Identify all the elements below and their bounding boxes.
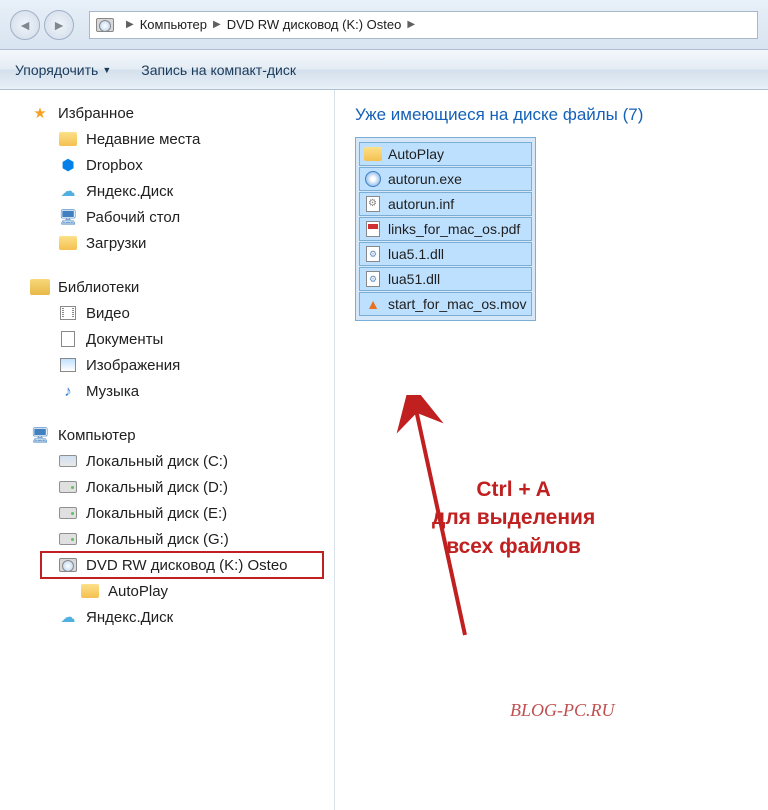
folder-icon: [80, 581, 100, 601]
recent-icon: [58, 129, 78, 149]
sidebar-item-desktop[interactable]: 🖥Рабочий стол: [0, 204, 334, 230]
music-icon: ♪: [58, 381, 78, 401]
nav-forward-button[interactable]: ►: [44, 10, 74, 40]
address-bar: ◄ ► ▶ Компьютер ▶ DVD RW дисковод (K:) O…: [0, 0, 768, 50]
annotation-text: Ctrl + A для выделения всех файлов: [432, 476, 595, 561]
sidebar-item-downloads[interactable]: Загрузки: [0, 230, 334, 256]
sidebar-item-dvd-drive[interactable]: DVD RW дисковод (K:) Osteo: [0, 552, 334, 578]
breadcrumb-item[interactable]: DVD RW дисковод (K:) Osteo: [227, 17, 402, 32]
sidebar-item-autoplay[interactable]: AutoPlay: [0, 578, 334, 604]
sidebar-item-drive-g[interactable]: Локальный диск (G:): [0, 526, 334, 552]
group-header: Уже имеющиеся на диске файлы (7): [355, 105, 748, 125]
file-item[interactable]: autorun.exe: [359, 167, 532, 191]
file-item[interactable]: AutoPlay: [359, 142, 532, 166]
burn-disc-button[interactable]: Запись на компакт-диск: [141, 62, 296, 78]
dll-icon: [364, 270, 382, 288]
breadcrumb-item[interactable]: Компьютер: [140, 17, 207, 32]
yandex-icon: ☁: [58, 181, 78, 201]
computer-header[interactable]: 🖥 Компьютер: [0, 422, 334, 448]
sidebar-item-pictures[interactable]: Изображения: [0, 352, 334, 378]
drive-icon: [58, 477, 78, 497]
file-item[interactable]: lua51.dll: [359, 267, 532, 291]
document-icon: [58, 329, 78, 349]
file-item[interactable]: links_for_mac_os.pdf: [359, 217, 532, 241]
dvd-icon: [58, 555, 78, 575]
libraries-icon: [30, 277, 50, 297]
desktop-icon: 🖥: [58, 207, 78, 227]
nav-back-button[interactable]: ◄: [10, 10, 40, 40]
sidebar-item-video[interactable]: Видео: [0, 300, 334, 326]
breadcrumb[interactable]: ▶ Компьютер ▶ DVD RW дисковод (K:) Osteo…: [89, 11, 758, 39]
downloads-icon: [58, 233, 78, 253]
chevron-right-icon: ▶: [126, 19, 134, 30]
yandex-icon: ☁: [58, 607, 78, 627]
inf-icon: [364, 195, 382, 213]
file-item[interactable]: autorun.inf: [359, 192, 532, 216]
video-icon: [58, 303, 78, 323]
drive-icon: [58, 529, 78, 549]
organize-button[interactable]: Упорядочить ▼: [15, 62, 111, 78]
dropbox-icon: ⬢: [58, 155, 78, 175]
chevron-right-icon: ▶: [407, 19, 415, 30]
sidebar-item-drive-e[interactable]: Локальный диск (E:): [0, 500, 334, 526]
drive-icon: [58, 503, 78, 523]
sidebar-item-yandex-disk[interactable]: ☁Яндекс.Диск: [0, 604, 334, 630]
drive-icon: [96, 16, 114, 34]
watermark: BLOG-PC.RU: [510, 700, 615, 721]
favorites-header[interactable]: ★ Избранное: [0, 100, 334, 126]
sidebar-item-yandex[interactable]: ☁Яндекс.Диск: [0, 178, 334, 204]
file-item[interactable]: lua5.1.dll: [359, 242, 532, 266]
chevron-right-icon: ▶: [213, 19, 221, 30]
pictures-icon: [58, 355, 78, 375]
star-icon: ★: [30, 103, 50, 123]
sidebar-item-drive-c[interactable]: Локальный диск (C:): [0, 448, 334, 474]
dll-icon: [364, 245, 382, 263]
toolbar: Упорядочить ▼ Запись на компакт-диск: [0, 50, 768, 90]
computer-icon: 🖥: [30, 425, 50, 445]
pdf-icon: [364, 220, 382, 238]
exe-icon: [364, 170, 382, 188]
selection-box: AutoPlay autorun.exe autorun.inf links_f…: [355, 137, 536, 321]
chevron-down-icon: ▼: [102, 65, 111, 75]
libraries-header[interactable]: Библиотеки: [0, 274, 334, 300]
sidebar-item-dropbox[interactable]: ⬢Dropbox: [0, 152, 334, 178]
video-icon: ▲: [364, 295, 382, 313]
sidebar-item-documents[interactable]: Документы: [0, 326, 334, 352]
navigation-pane: ★ Избранное Недавние места ⬢Dropbox ☁Янд…: [0, 90, 335, 810]
folder-icon: [364, 145, 382, 163]
sidebar-item-drive-d[interactable]: Локальный диск (D:): [0, 474, 334, 500]
sidebar-item-recent[interactable]: Недавние места: [0, 126, 334, 152]
sidebar-item-music[interactable]: ♪Музыка: [0, 378, 334, 404]
drive-icon: [58, 451, 78, 471]
organize-label: Упорядочить: [15, 62, 98, 78]
file-item[interactable]: ▲start_for_mac_os.mov: [359, 292, 532, 316]
